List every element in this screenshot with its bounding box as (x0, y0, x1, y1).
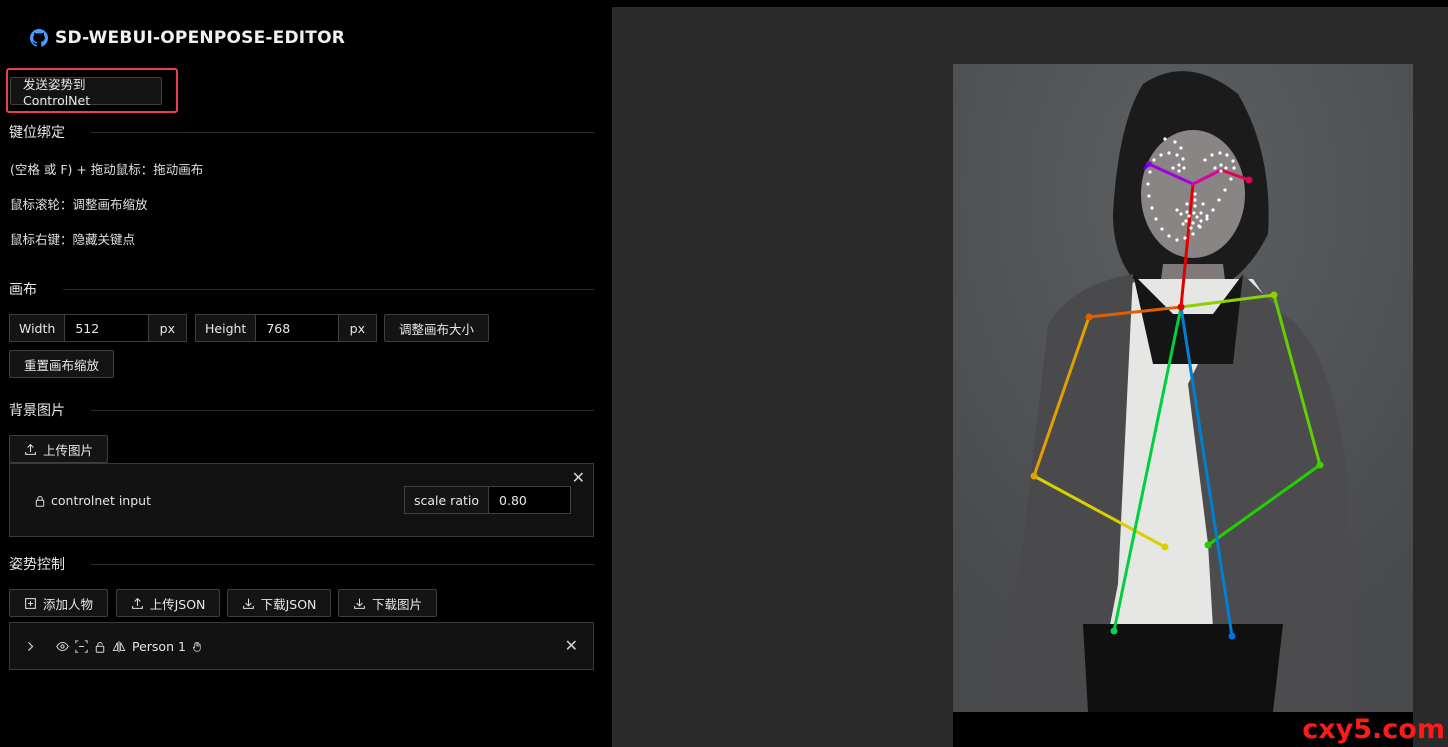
joint-hip-right[interactable] (1110, 627, 1118, 635)
keybinding-hint-zoom: 鼠标滚轮：调整画布缩放 (10, 197, 148, 212)
joint-hip-left[interactable] (1228, 632, 1236, 640)
eye-icon[interactable] (56, 640, 69, 653)
width-label: Width (10, 315, 66, 341)
keybinding-hint-pan: (空格 或 F) + 拖动鼠标：拖动画布 (10, 162, 204, 177)
background-title: 背景图片 (9, 403, 65, 419)
download-json-label: 下载JSON (260, 596, 317, 612)
joint-ear-left[interactable] (1245, 176, 1253, 184)
flip-icon[interactable] (112, 640, 126, 653)
reset-zoom-button[interactable]: 重置画布缩放 (9, 350, 114, 378)
github-icon[interactable] (30, 29, 48, 47)
scale-ratio-input[interactable]: 0.80 (489, 487, 570, 513)
width-field: Width 512 px (9, 314, 187, 342)
download-image-button[interactable]: 下载图片 (338, 589, 437, 617)
divider (91, 131, 594, 133)
add-person-button[interactable]: 添加人物 (9, 589, 108, 617)
width-input[interactable]: 512 (65, 315, 147, 341)
download-icon (354, 598, 365, 609)
lock-icon[interactable] (34, 495, 46, 507)
background-layer-panel: ✕ controlnet input scale ratio 0.80 (9, 463, 594, 537)
person-row[interactable]: Person 1 ✕ (9, 622, 594, 670)
joint-wrist-left[interactable] (1204, 541, 1212, 549)
person-label: Person 1 (132, 639, 186, 654)
divider (91, 563, 594, 565)
upload-icon (25, 443, 36, 455)
keybindings-title: 键位绑定 (9, 125, 65, 141)
joint-shoulder-right[interactable] (1085, 313, 1093, 321)
hand-icon[interactable] (192, 641, 203, 653)
upload-image-label: 上传图片 (42, 442, 93, 458)
width-unit: px (147, 315, 186, 341)
app-header: SD-WEBUI-OPENPOSE-EDITOR (30, 28, 345, 48)
upload-image-button[interactable]: 上传图片 (9, 435, 108, 463)
height-unit: px (337, 315, 376, 341)
pose-control-section-header: 姿势控制 (9, 554, 594, 574)
canvas-title: 画布 (9, 282, 37, 298)
upload-json-label: 上传JSON (149, 596, 206, 612)
joint-elbow-left[interactable] (1316, 461, 1324, 469)
joint-elbow-right[interactable] (1030, 472, 1038, 480)
canvas-section-header: 画布 (9, 279, 594, 299)
joint-eye-right[interactable] (1146, 161, 1152, 167)
app-title: SD-WEBUI-OPENPOSE-EDITOR (55, 28, 346, 48)
send-to-controlnet-button[interactable]: 发送姿势到ControlNet (10, 77, 162, 108)
background-layer-name: controlnet input (51, 493, 151, 508)
upload-icon (131, 597, 143, 609)
height-field: Height 768 px (195, 314, 377, 342)
watermark: cxy5.com (1302, 714, 1445, 745)
joint-shoulder-left[interactable] (1270, 291, 1278, 299)
background-section-header: 背景图片 (9, 400, 594, 420)
sidebar-panel: SD-WEBUI-OPENPOSE-EDITOR 发送姿势到ControlNet… (0, 0, 610, 747)
keybinding-hint-hide: 鼠标右键：隐藏关键点 (10, 232, 136, 247)
background-photo (953, 64, 1413, 712)
pants-shape (1083, 624, 1283, 712)
download-icon (242, 598, 254, 609)
download-json-button[interactable]: 下载JSON (227, 589, 331, 617)
download-image-label: 下载图片 (371, 596, 422, 612)
pose-overlay[interactable] (953, 64, 1413, 712)
keybindings-section-header: 键位绑定 (9, 122, 594, 142)
add-person-label: 添加人物 (42, 596, 93, 612)
scale-ratio-label: scale ratio (405, 487, 490, 513)
close-icon[interactable]: ✕ (572, 470, 585, 486)
joint-wrist-right[interactable] (1161, 543, 1169, 551)
chevron-right-icon[interactable] (25, 641, 36, 652)
scale-ratio-field: scale ratio 0.80 (404, 486, 571, 514)
joint-neck[interactable] (1177, 303, 1185, 311)
resize-canvas-button[interactable]: 调整画布大小 (384, 314, 489, 342)
person-row-content: Person 1 (25, 639, 203, 654)
divider (63, 288, 594, 290)
divider (91, 409, 594, 411)
height-input[interactable]: 768 (256, 315, 337, 341)
unlock-icon[interactable] (94, 641, 106, 653)
select-frame-icon[interactable] (75, 640, 88, 653)
pose-control-title: 姿势控制 (9, 557, 65, 573)
background-layer-row: controlnet input (34, 493, 151, 508)
close-icon[interactable]: ✕ (565, 638, 578, 654)
upload-json-button[interactable]: 上传JSON (116, 589, 220, 617)
plus-square-icon (25, 597, 36, 609)
height-label: Height (196, 315, 257, 341)
